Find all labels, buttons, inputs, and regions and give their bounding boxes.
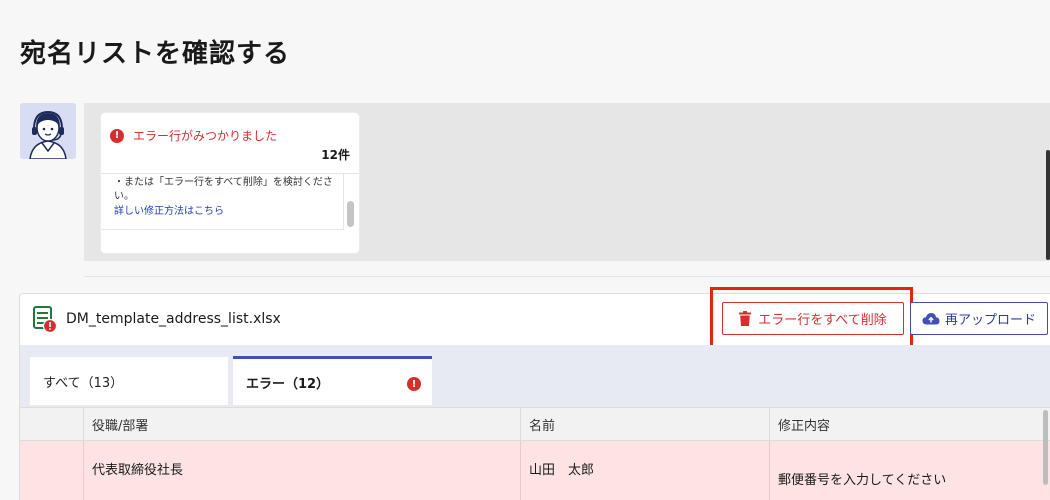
help-link[interactable]: 詳しい修正方法はこちら (114, 205, 335, 219)
delete-all-errors-label: エラー行をすべて削除 (758, 313, 887, 328)
column-header-role[interactable]: 役職/部署 (83, 408, 520, 441)
column-header-fix[interactable]: 修正内容 (769, 408, 1037, 441)
operator-avatar (20, 103, 76, 159)
message-title: エラー行がみつかりました (133, 129, 278, 143)
cloud-upload-icon (922, 313, 940, 325)
tab-error[interactable]: エラー（12） ! (233, 356, 432, 405)
table-row[interactable]: 代表取締役社長 山田 太郎 郵便番号を入力してください (20, 441, 1050, 500)
tab-error-label: エラー（12） (246, 376, 330, 392)
panel-scrollbar[interactable] (1046, 150, 1050, 260)
trash-icon (739, 311, 752, 326)
error-count: 12件 (321, 148, 350, 162)
error-icon: ! (407, 377, 421, 391)
message-scrollbar[interactable] (347, 201, 354, 227)
cell-fix: 郵便番号を入力してください (769, 441, 1037, 500)
table-header: 役職/部署 名前 修正内容 (20, 407, 1050, 441)
error-message-card: ! エラー行がみつかりました 12件 ・または「エラー行をすべて削除」を検討くだ… (101, 113, 359, 253)
file-name: DM_template_address_list.xlsx (66, 311, 281, 327)
error-icon: ! (110, 128, 124, 143)
excel-file-error-icon (33, 306, 59, 338)
cell-name: 山田 太郎 (520, 441, 769, 500)
delete-all-errors-button[interactable]: エラー行をすべて削除 (722, 302, 904, 335)
message-body-text: ・または「エラー行をすべて削除」を検討ください。 (114, 177, 333, 202)
tabs-bar: すべて（13） エラー（12） ! (19, 345, 1050, 407)
cell-role: 代表取締役社長 (83, 441, 520, 500)
reupload-label: 再アップロード (944, 313, 1036, 328)
message-body[interactable]: ・または「エラー行をすべて削除」を検討ください。 詳しい修正方法はこちら (101, 174, 344, 230)
divider (84, 276, 1050, 277)
tab-all-label: すべて（13） (43, 375, 124, 391)
error-table: 役職/部署 名前 修正内容 代表取締役社長 山田 太郎 郵便番号を入力してくださ… (19, 407, 1050, 500)
page-title: 宛名リストを確認する (20, 39, 291, 69)
tab-all[interactable]: すべて（13） (30, 357, 228, 405)
column-header-name[interactable]: 名前 (520, 408, 769, 441)
table-scrollbar[interactable] (1043, 410, 1048, 485)
reupload-button[interactable]: 再アップロード (910, 302, 1048, 335)
